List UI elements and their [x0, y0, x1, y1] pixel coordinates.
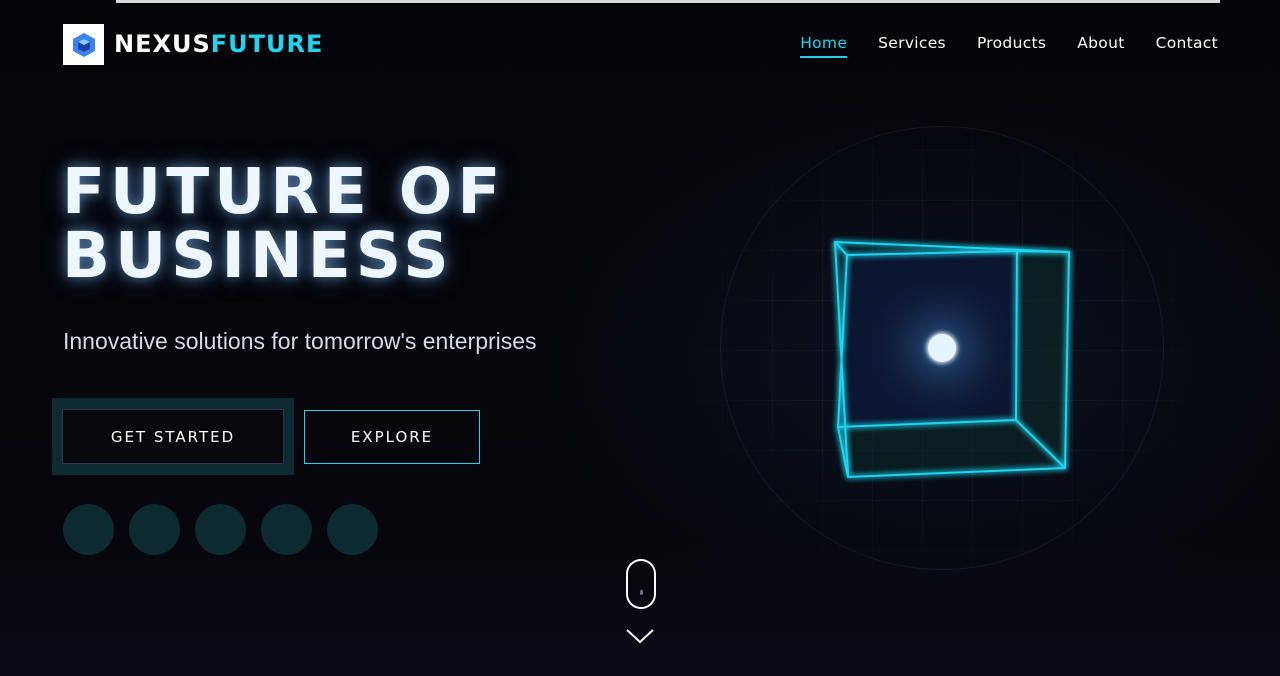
explore-button[interactable]: EXPLORE — [304, 410, 480, 464]
nav-item-home[interactable]: Home — [800, 34, 848, 58]
brand-name-part1: NEXUS — [114, 30, 211, 58]
nav-item-contact[interactable]: Contact — [1156, 34, 1218, 58]
carousel-dot[interactable] — [327, 504, 378, 555]
carousel-dots — [63, 504, 378, 555]
mouse-scroll-icon[interactable] — [626, 559, 656, 609]
landing-page: NEXUSFUTURE Home Services Products About… — [0, 0, 1280, 676]
top-divider — [116, 0, 1220, 3]
chevron-down-icon[interactable] — [624, 626, 656, 646]
mouse-wheel — [640, 590, 643, 595]
hero-subtitle: Innovative solutions for tomorrow's ente… — [63, 328, 537, 354]
hero-title-line2: BUSINESS — [62, 219, 454, 292]
get-started-button[interactable]: GET STARTED — [62, 409, 284, 464]
main-nav: Home Services Products About Contact — [769, 34, 1218, 58]
hero-title-line1: FUTURE OF — [62, 155, 506, 228]
carousel-dot[interactable] — [63, 504, 114, 555]
hero-title: FUTURE OF BUSINESS — [62, 160, 505, 288]
brand-name-part2: FUTURE — [210, 30, 324, 58]
wireframe-cube-icon — [833, 240, 1071, 479]
carousel-dot[interactable] — [261, 504, 312, 555]
nav-item-products[interactable]: Products — [977, 34, 1046, 58]
brand-name: NEXUSFUTURE — [114, 24, 323, 65]
hexagon-cube-icon — [63, 24, 104, 65]
carousel-dot[interactable] — [195, 504, 246, 555]
brand-logo[interactable]: NEXUSFUTURE — [63, 24, 323, 65]
nav-item-about[interactable]: About — [1077, 34, 1124, 58]
carousel-dot[interactable] — [129, 504, 180, 555]
nav-item-services[interactable]: Services — [878, 34, 946, 58]
